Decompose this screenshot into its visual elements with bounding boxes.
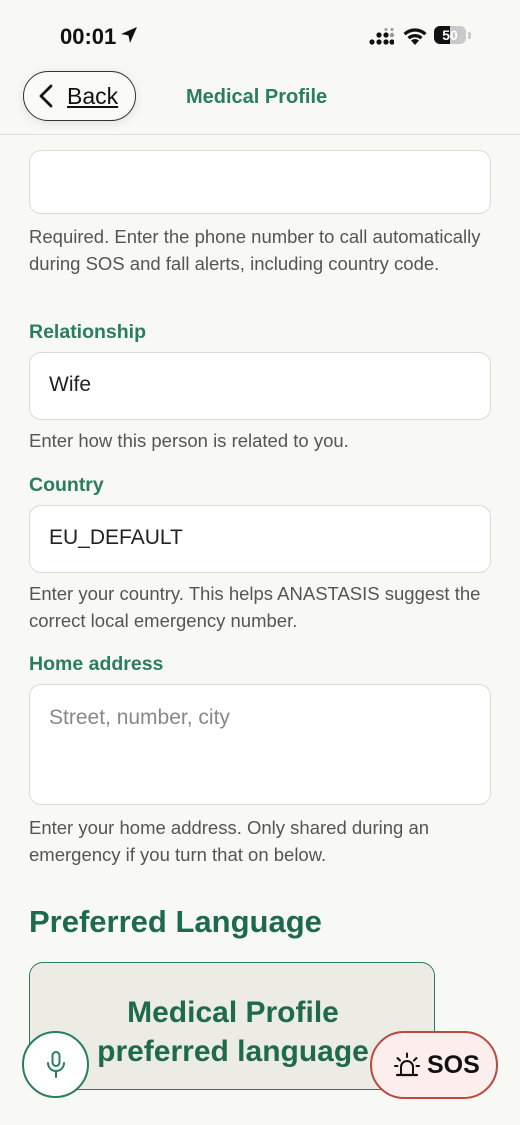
emergency-phone-field[interactable] [29,150,491,214]
country-label: Country [29,474,104,496]
phone-help-text: Required. Enter the phone number to call… [29,226,481,274]
battery-icon: 50 [434,26,472,46]
country-value: EU_DEFAULT [49,526,183,549]
status-time: 00:01 [60,24,117,49]
nav-bar: Back Medical Profile [0,60,520,135]
home-address-label: Home address [29,653,164,675]
relationship-field[interactable]: Wife [29,352,491,420]
language-card-line1: Medical Profile [127,996,339,1029]
relationship-label: Relationship [29,321,147,343]
voice-input-button[interactable] [22,1031,89,1098]
page-title: Medical Profile [186,86,328,108]
sos-button[interactable]: SOS [370,1031,498,1099]
sos-label: SOS [427,1051,480,1079]
country-field[interactable]: EU_DEFAULT [29,505,491,573]
microphone-icon [47,1051,65,1078]
signal-icon [369,28,394,45]
back-button[interactable]: Back [23,71,136,121]
relationship-help-text: Enter how this person is related to you. [29,430,349,451]
home-address-placeholder: Street, number, city [49,706,230,729]
home-address-field[interactable]: Street, number, city [29,684,491,805]
preferred-language-heading: Preferred Language [29,904,322,939]
home-address-help-text: Enter your home address. Only shared dur… [29,817,430,865]
battery-percent: 50 [442,27,458,43]
relationship-value: Wife [49,373,91,396]
status-bar: 00:01 50 [0,0,520,60]
location-arrow-icon [121,27,137,43]
chevron-left-icon [39,84,53,108]
alarm-light-icon [394,1052,420,1077]
country-help-text: Enter your country. This helps ANASTASIS… [29,583,481,631]
back-label: Back [67,83,119,109]
wifi-icon [403,28,427,45]
